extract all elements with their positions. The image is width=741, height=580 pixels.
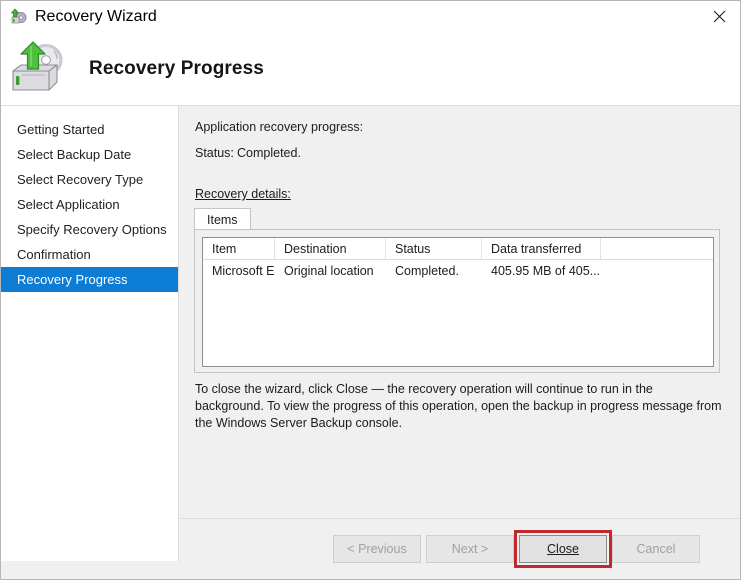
title-bar: Recovery Wizard: [1, 1, 740, 32]
page-title: Recovery Progress: [89, 58, 264, 79]
recovery-wizard-window: Recovery Wizard Recovery Progress Gettin…: [0, 0, 741, 580]
main-content: Application recovery progress: Status: Co…: [180, 106, 740, 518]
cell-status: Completed.: [395, 263, 459, 278]
window-title: Recovery Wizard: [35, 7, 157, 25]
column-header-status[interactable]: Status: [386, 238, 482, 259]
close-button[interactable]: Close: [519, 535, 607, 563]
column-header-data-transferred[interactable]: Data transferred: [482, 238, 601, 259]
previous-button: < Previous: [333, 535, 421, 563]
recovery-wizard-icon: [10, 8, 27, 25]
sidebar-item-select-recovery-type[interactable]: Select Recovery Type: [1, 167, 178, 192]
status-label: Status:: [195, 146, 234, 160]
button-bar: < Previous Next > Close Cancel: [180, 519, 740, 579]
status-row: Status: Completed.: [195, 146, 301, 160]
column-header-item[interactable]: Item: [203, 238, 275, 259]
wizard-header: Recovery Progress: [1, 32, 740, 106]
sidebar-item-specify-recovery-options[interactable]: Specify Recovery Options: [1, 217, 178, 242]
sidebar-item-select-application[interactable]: Select Application: [1, 192, 178, 217]
cell-data-transferred: 405.95 MB of 405....: [491, 263, 601, 278]
tab-items[interactable]: Items: [194, 208, 251, 230]
wizard-note: To close the wizard, click Close — the r…: [195, 381, 723, 432]
sidebar-item-select-backup-date[interactable]: Select Backup Date: [1, 142, 178, 167]
column-header-filler: [601, 238, 713, 259]
recovery-details-label: Recovery details:: [195, 187, 291, 201]
cell-filler: [601, 260, 713, 281]
sidebar-item-confirmation[interactable]: Confirmation: [1, 242, 178, 267]
progress-caption: Application recovery progress:: [195, 120, 364, 134]
title-bar-left: Recovery Wizard: [10, 1, 157, 32]
tab-panel: Item Destination Status Data transferred…: [194, 229, 720, 373]
sidebar-item-recovery-progress[interactable]: Recovery Progress: [1, 267, 178, 292]
recovery-details-text: Recovery details:: [195, 187, 291, 201]
table-row[interactable]: Microsoft E... Original location Complet…: [203, 260, 713, 281]
column-header-destination[interactable]: Destination: [275, 238, 386, 259]
recovery-details-list[interactable]: Item Destination Status Data transferred…: [202, 237, 714, 367]
next-button: Next >: [426, 535, 514, 563]
disk-drive-restore-icon: [9, 40, 71, 94]
close-icon[interactable]: [696, 1, 740, 32]
cancel-button: Cancel: [612, 535, 700, 563]
cell-destination: Original location: [284, 263, 374, 278]
cell-item: Microsoft E...: [212, 263, 275, 278]
tab-strip: Items: [194, 208, 720, 230]
wizard-note-line-3: Server Backup console.: [270, 416, 403, 430]
list-header-row: Item Destination Status Data transferred: [203, 238, 713, 260]
sidebar-item-getting-started[interactable]: Getting Started: [1, 117, 178, 142]
window-bottom-strip: [1, 572, 740, 579]
wizard-sidebar: Getting Started Select Backup Date Selec…: [1, 106, 179, 561]
status-value: Completed.: [237, 146, 301, 160]
close-button-label: Close: [547, 542, 579, 556]
